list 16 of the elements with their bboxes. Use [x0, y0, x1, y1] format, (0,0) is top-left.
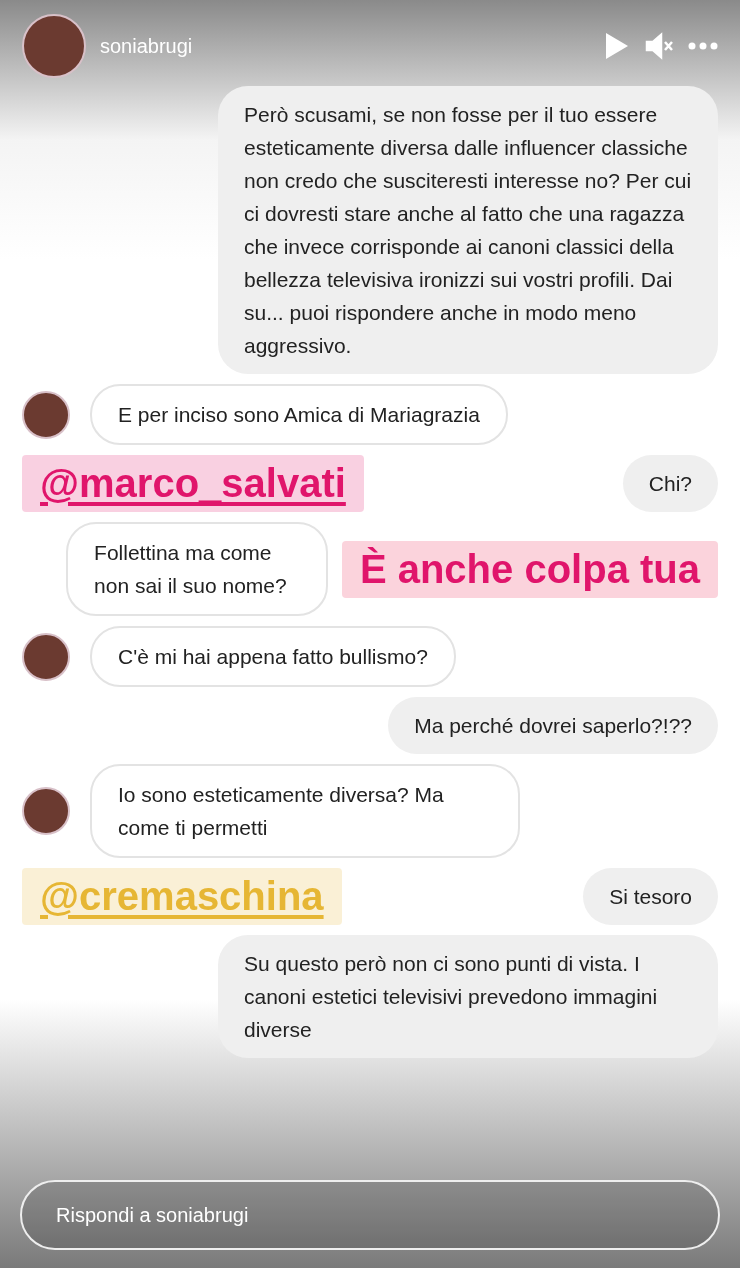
message-bubble: Ma perché dovrei saperlo?!??: [388, 697, 718, 754]
more-icon[interactable]: [688, 42, 718, 50]
message-bubble: Chi?: [622, 455, 718, 512]
username[interactable]: soniabrugi: [100, 34, 588, 58]
message-bubble: Io sono esteticamente diversa? Ma come ti permetti: [90, 764, 520, 858]
mention-sticker[interactable]: @marco_salvati: [22, 455, 364, 512]
message-bubble: Su questo però non ci sono punti di vista. I canoni estetici televisivi prevedono immagini diverse: [218, 935, 718, 1058]
mention-sticker[interactable]: @cremaschina: [22, 868, 342, 925]
message-bubble: Follettina ma come non sai il suo nome?: [66, 522, 328, 616]
message-bubble: Però scusami, se non fosse per il tuo essere esteticamente diversa dalle influencer classiche non credo che susciteresti interesse no? Per cui ci dovresti stare anche al fatto che una ragazza che invece corrisponde ai canoni classici della bellezza televisiva ironizzi sui vostri profili. Dai su... puoi rispondere anche in modo meno aggressivo.: [218, 86, 718, 374]
message-bubble: Si tesoro: [583, 868, 718, 925]
mute-icon[interactable]: [644, 31, 674, 61]
message-bubble: C'è mi hai appena fatto bullismo?: [90, 626, 456, 687]
text-sticker: È anche colpa tua: [341, 540, 718, 598]
message-bubble: E per inciso sono Amica di Mariagrazia: [90, 384, 508, 445]
reply-field[interactable]: Rispondi a soniabrugi: [20, 1180, 720, 1250]
